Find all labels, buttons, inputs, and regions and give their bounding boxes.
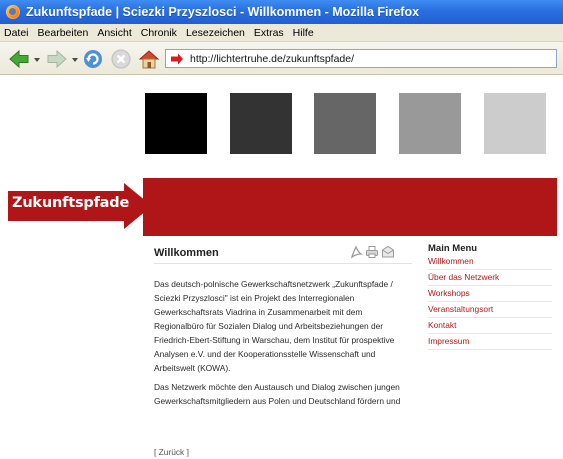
reload-button[interactable] [82,48,104,70]
print-icon[interactable] [365,245,379,259]
url-bar[interactable]: http://lichtertruhe.de/zukunftspfade/ [165,49,557,68]
menu-ansicht[interactable]: Ansicht [97,27,131,39]
menu-lesezeichen[interactable]: Lesezeichen [186,27,245,39]
header-block-2 [230,93,292,154]
menu-datei[interactable]: Datei [4,27,29,39]
article-divider [154,263,412,264]
header-block-5 [484,93,546,154]
title-bar: Zukunftspfade | Sciezki Przyszlosci - Wi… [0,0,563,24]
sidebar-item-veranstaltungsort[interactable]: Veranstaltungsort [428,302,552,318]
article-title: Willkommen [154,247,219,259]
navigation-toolbar: http://lichtertruhe.de/zukunftspfade/ [0,42,563,75]
menu-bearbeiten[interactable]: Bearbeiten [38,27,89,39]
page-arrow-icon [171,53,183,64]
main-menu: Main Menu Willkommen Über das Netzwerk W… [428,243,552,350]
reload-icon [84,50,102,68]
home-button[interactable] [137,47,161,71]
back-link[interactable]: [ Zurück ] [154,447,189,457]
url-text[interactable]: http://lichtertruhe.de/zukunftspfade/ [190,53,354,65]
article-tools [349,245,395,259]
sidebar-item-workshops[interactable]: Workshops [428,286,552,302]
page-content: Zukunftspfade Willkommen Das deutsch-pol… [0,75,563,459]
menu-hilfe[interactable]: Hilfe [293,27,314,39]
site-logo-text[interactable]: Zukunftspfade [12,195,129,211]
sidebar-item-kontakt[interactable]: Kontakt [428,318,552,334]
sidebar-item-impressum[interactable]: Impressum [428,334,552,350]
article-paragraph-1: Das deutsch-polnische Gewerkschaftsnetzw… [154,279,395,373]
main-menu-heading: Main Menu [428,243,478,254]
menu-extras[interactable]: Extras [254,27,284,39]
firefox-logo-icon [6,5,20,19]
sidebar-item-ueber-das-netzwerk[interactable]: Über das Netzwerk [428,270,552,286]
pdf-icon[interactable] [349,245,363,259]
header-block-4 [399,93,461,154]
home-icon [138,50,160,69]
back-arrow-icon [9,49,29,69]
stop-icon [111,49,131,69]
sidebar-item-willkommen[interactable]: Willkommen [428,255,552,270]
browser-window: Zukunftspfade | Sciezki Przyszlosci - Wi… [0,0,563,459]
stop-button[interactable] [110,48,132,70]
window-title: Zukunftspfade | Sciezki Przyszlosci - Wi… [26,5,420,19]
back-history-dropdown-icon[interactable] [34,58,40,62]
menu-bar: Datei Bearbeiten Ansicht Chronik Lesezei… [0,24,563,42]
article-paragraph-2: Das Netzwerk möchte den Austausch und Di… [154,382,401,406]
back-button[interactable] [8,48,30,70]
forward-history-dropdown-icon[interactable] [72,58,78,62]
menu-chronik[interactable]: Chronik [141,27,177,39]
email-icon[interactable] [381,245,395,259]
header-band [143,178,557,236]
header-block-1 [145,93,207,154]
forward-button[interactable] [46,48,68,70]
forward-arrow-icon [47,49,67,69]
header-block-3 [314,93,376,154]
